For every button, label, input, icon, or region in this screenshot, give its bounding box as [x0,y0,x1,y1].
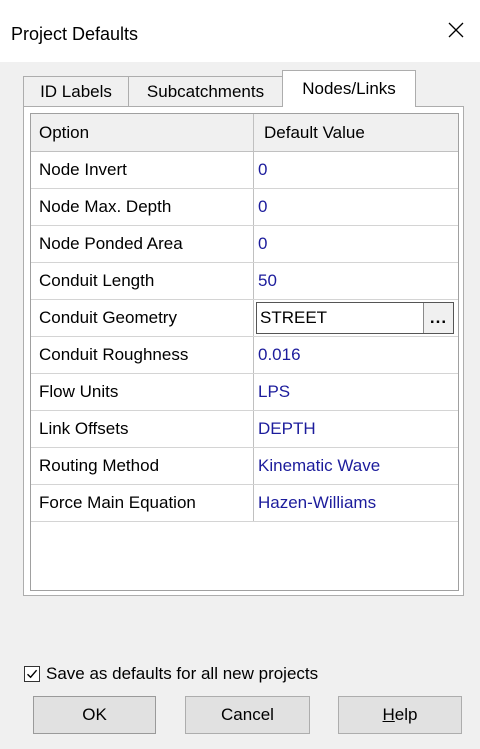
option-label: Routing Method [31,448,254,484]
window-title: Project Defaults [11,24,139,44]
default-value-cell[interactable]: 0 [254,189,458,225]
column-header-default-value: Default Value [264,122,365,142]
tab-id-labels[interactable]: ID Labels [23,76,129,106]
conduit-geometry-value[interactable]: STREET [257,308,423,328]
option-label: Link Offsets [31,411,254,447]
option-label: Node Max. Depth [31,189,254,225]
default-value-cell[interactable]: 0.016 [254,337,458,373]
close-button[interactable] [440,14,472,46]
table-row: Conduit Roughness 0.016 [31,337,458,374]
option-label: Node Invert [31,152,254,188]
conduit-geometry-editor[interactable]: STREET ... [256,302,454,334]
default-value-cell[interactable]: 0 [254,152,458,188]
save-defaults-checkbox[interactable] [24,666,40,682]
default-value-cell[interactable]: 50 [254,263,458,299]
table-row: Routing Method Kinematic Wave [31,448,458,485]
default-value-cell: STREET ... [254,300,458,336]
tab-subcatchments[interactable]: Subcatchments [128,76,283,106]
option-label: Conduit Geometry [31,300,254,336]
table-row: Flow Units LPS [31,374,458,411]
tab-nodes-links[interactable]: Nodes/Links [282,70,416,107]
default-value-cell[interactable]: LPS [254,374,458,410]
table-row: Force Main Equation Hazen-Williams [31,485,458,522]
table-row: Node Invert 0 [31,152,458,189]
title-bar: Project Defaults [0,0,480,62]
cancel-button[interactable]: Cancel [185,696,310,734]
table-row: Conduit Geometry STREET ... [31,300,458,337]
option-label: Conduit Roughness [31,337,254,373]
ok-button[interactable]: OK [33,696,156,734]
table-row: Node Max. Depth 0 [31,189,458,226]
option-label: Force Main Equation [31,485,254,521]
save-defaults-label: Save as defaults for all new projects [46,664,319,683]
column-header-option: Option [31,114,254,151]
table-row: Conduit Length 50 [31,263,458,300]
table-row: Node Ponded Area 0 [31,226,458,263]
grid-header: Option Default Value [31,114,458,152]
default-value-cell[interactable]: Hazen-Williams [254,485,458,521]
default-value-cell[interactable]: Kinematic Wave [254,448,458,484]
option-label: Conduit Length [31,263,254,299]
defaults-grid: Option Default Value Node Invert 0 Node … [30,113,459,591]
tab-panel: Option Default Value Node Invert 0 Node … [23,106,464,596]
browse-button[interactable]: ... [423,303,453,333]
help-label: elp [394,705,418,724]
help-mnemonic: H [382,705,395,724]
checkmark-icon [27,669,38,679]
option-label: Node Ponded Area [31,226,254,262]
default-value-cell[interactable]: 0 [254,226,458,262]
save-defaults-option[interactable]: Save as defaults for all new projects [24,664,318,684]
table-row: Link Offsets DEPTH [31,411,458,448]
default-value-cell[interactable]: DEPTH [254,411,458,447]
help-button[interactable]: Help [338,696,462,734]
option-label: Flow Units [31,374,254,410]
close-icon [448,22,464,38]
